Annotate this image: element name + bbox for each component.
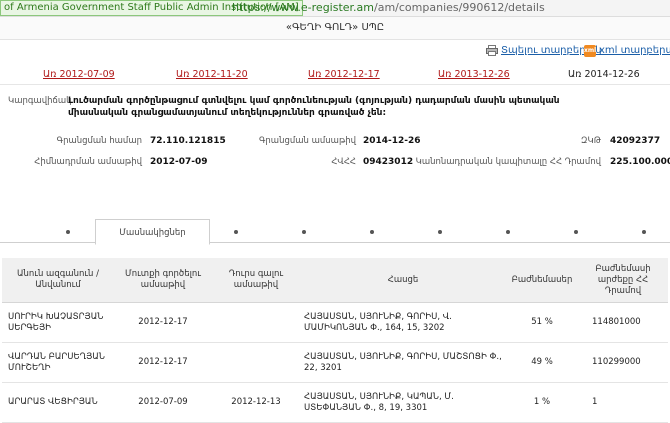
tab-dot[interactable] [574, 230, 578, 234]
column-header-entry-date: Մուտքի գործելու ամսաթիվ [114, 258, 212, 303]
participant-address: ՀԱՅԱՍՏԱՆ, ՍՅՈՒՆԻՔ, ԳՈՐԻՍ, ՄԱՇՏՈՑԻ Փ., 22… [300, 342, 506, 383]
tab-dot[interactable] [642, 230, 646, 234]
exit-date: 2012-12-13 [212, 382, 300, 423]
participant-name: ՍՈՒՐԻԿ ԽԱՉԱՏՐՅԱՆ ՍԵՐԳԵՅԻ [2, 302, 114, 343]
charter-capital-label: Կանոնադրական կապիտալը ՀՀ Դրամով [415, 157, 601, 167]
participants-table: Անուն ազգանուն / Անվանում Մուտքի գործելո… [2, 258, 668, 423]
share-percent: 1 % [506, 382, 578, 423]
entry-date: 2012-12-17 [114, 342, 212, 383]
tab-dot[interactable] [66, 230, 70, 234]
participant-address: ՀԱՅԱՍՏԱՆ, ՍՅՈՒՆԻՔ, ԳՈՐԻՍ, Վ. ՄԱՄԻԿՈՆՅԱՆ … [300, 302, 506, 343]
xml-version-link[interactable]: xml տարբերակ [599, 45, 670, 56]
table-row: ՎԱՐԴԱՆ ԲԱՐՍԵՂՅԱՆ ՄՈՒՇԵՂԻ 2012-12-17 ՀԱՅԱ… [2, 342, 668, 383]
tab-dot[interactable] [438, 230, 442, 234]
participant-address: ՀԱՅԱՍՏԱՆ, ՍՅՈՒՆԻՔ, ԿԱՊԱՆ, Մ. ՍՏԵՓԱՆՅԱՆ Փ… [300, 382, 506, 423]
entry-date: 2012-12-17 [114, 302, 212, 343]
tab-dot[interactable] [234, 230, 238, 234]
date-link-2012-12-17[interactable]: Առ 2012-12-17 [308, 69, 380, 80]
column-header-shares: Բաժնեմասեր [506, 258, 578, 303]
founding-date-value: 2012-07-09 [150, 157, 208, 167]
xml-icon[interactable]: xml [584, 45, 596, 57]
url-path: /am/companies/990612/details [374, 1, 545, 14]
founding-date-label: Հիմնադրման ամսաթիվ [34, 157, 142, 167]
share-percent: 49 % [506, 342, 578, 383]
share-value: 114801000 [578, 302, 668, 343]
url-host: https://www.e-register.am [232, 1, 375, 14]
table-row: ՍՈՒՐԻԿ ԽԱՉԱՏՐՅԱՆ ՍԵՐԳԵՅԻ 2012-12-17 ՀԱՅԱ… [2, 302, 668, 343]
table-row: ԱՐԱՐԱՏ ՎԵՑԻՐՅԱՆ 2012-07-09 2012-12-13 ՀԱ… [2, 382, 668, 423]
registration-number-value: 72.110.121815 [150, 136, 226, 146]
share-value: 110299000 [578, 342, 668, 383]
tab-participants[interactable]: Մասնակիցներ [95, 219, 210, 245]
date-current-2014-12-26: Առ 2014-12-26 [568, 69, 640, 80]
tab-dot[interactable] [506, 230, 510, 234]
printer-icon[interactable] [486, 45, 498, 56]
share-percent: 51 % [506, 302, 578, 343]
tin-value: 09423012 [363, 157, 414, 167]
registration-date-value: 2014-12-26 [363, 136, 421, 146]
share-value: 1 [578, 382, 668, 423]
date-link-2012-07-09[interactable]: Առ 2012-07-09 [43, 69, 115, 80]
tab-dot[interactable] [302, 230, 306, 234]
column-header-share-value: Բաժնեմասի արժեքը ՀՀ Դրամով [578, 258, 668, 303]
column-header-exit-date: Դուրս գալու ամսաթիվ [212, 258, 300, 303]
zkp-value: 42092377 [610, 136, 661, 146]
charter-capital-value: 225.100.000 [610, 157, 670, 167]
table-header-row: Անուն ազգանուն / Անվանում Մուտքի գործելո… [2, 258, 668, 303]
entry-date: 2012-07-09 [114, 382, 212, 423]
status-label: Կարգավիճակ [8, 96, 72, 106]
registration-date-label: Գրանցման ամսաթիվ [259, 136, 356, 146]
company-title: «ԳԵՂԻ ԳՈԼԴ» ՍՊԸ [0, 17, 670, 40]
address-bar[interactable]: of Armenia Government Staff Public Admin… [0, 0, 670, 17]
divider [0, 84, 670, 85]
tin-label: ՀՎՀՀ [331, 157, 356, 167]
date-link-2012-11-20[interactable]: Առ 2012-11-20 [176, 69, 248, 80]
column-header-address: Հասցե [300, 258, 506, 303]
participant-name: ԱՐԱՐԱՏ ՎԵՑԻՐՅԱՆ [2, 382, 114, 423]
exit-date [212, 302, 300, 343]
registration-number-label: Գրանցման համար [56, 136, 142, 146]
tab-dot[interactable] [370, 230, 374, 234]
exit-date [212, 342, 300, 383]
date-link-2013-12-26[interactable]: Առ 2013-12-26 [438, 69, 510, 80]
url-text[interactable]: https://www.e-register.am/am/companies/9… [232, 0, 545, 16]
column-header-name: Անուն ազգանուն / Անվանում [2, 258, 114, 303]
participant-name: ՎԱՐԴԱՆ ԲԱՐՍԵՂՅԱՆ ՄՈՒՇԵՂԻ [2, 342, 114, 383]
zkp-label: ԶԿԹ [580, 136, 601, 146]
status-value: Լուծարման գործընթացում գտնվելու կամ գործ… [68, 96, 560, 118]
